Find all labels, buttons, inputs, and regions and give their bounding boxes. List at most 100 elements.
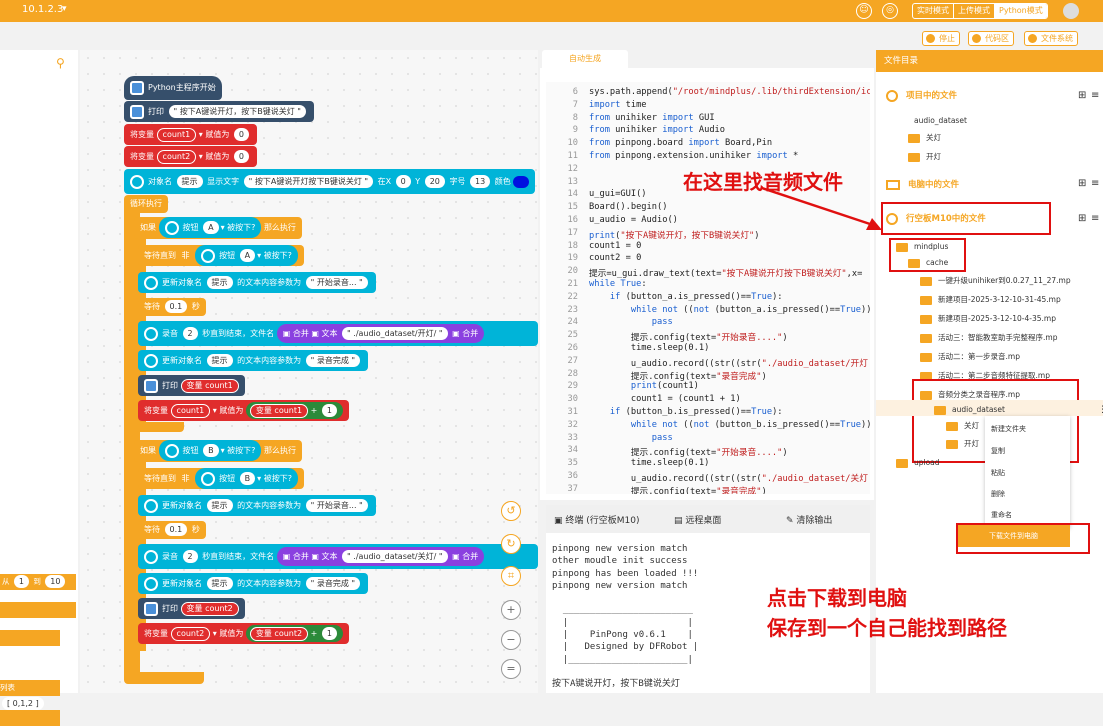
code-line[interactable]: time.sleep(0.1) (589, 343, 709, 353)
main-start-block[interactable]: Python主程序开始 (124, 76, 222, 100)
version-dropdown-icon[interactable]: ▾ (62, 4, 67, 14)
menu-item-copy[interactable]: 复制 (991, 446, 1005, 456)
print-block[interactable]: 打印 " 按下A键说开灯，按下B键说关灯 " (124, 101, 314, 122)
folder-item[interactable]: 活动三：智能教室助手完整程序.mp (920, 332, 1057, 343)
folder-item[interactable]: 新建项目-2025-3-12-10-31-45.mp (920, 294, 1061, 305)
folder-item[interactable]: 一键升级unihiker到0.0.27_11_27.mp (920, 275, 1071, 286)
code-line[interactable]: u_audio.record((str((str("./audio_datase… (589, 471, 868, 484)
pin-icon[interactable]: ⚲ (56, 56, 65, 70)
if-button-b-block[interactable]: 如果 按钮 B ▾ 被按下? 那么执行 (134, 440, 302, 462)
file-system-button[interactable]: 文件系统 (1024, 31, 1078, 46)
palette-range-block[interactable]: 从 1 到 10 每 (0, 574, 76, 602)
code-line[interactable]: from pinpong.board import Board,Pin (589, 138, 772, 148)
folder-item[interactable]: 开灯 (946, 438, 979, 449)
menu-icon[interactable]: ≡ (1091, 213, 1099, 224)
print-count1-block[interactable]: 打印 变量 count1 (138, 375, 245, 396)
code-line[interactable]: 提示.config(text="开始录音....") (589, 445, 788, 458)
increment-count1-block[interactable]: 将变量 count1 ▾ 赋值为 变量 count1 + 1 (138, 400, 349, 421)
code-line[interactable]: Board().begin() (589, 202, 667, 212)
folder-item[interactable]: cache (908, 258, 948, 268)
code-line[interactable]: u_gui=GUI() (589, 189, 647, 199)
increment-count2-block[interactable]: 将变量 count2 ▾ 赋值为 变量 count2 + 1 (138, 623, 349, 644)
project-files-section[interactable]: 项目中的文件 (886, 89, 957, 102)
list-item[interactable]: audio_dataset (914, 116, 967, 125)
clear-output-button[interactable]: ✎ 清除输出 (786, 513, 832, 526)
tab-auto-generate[interactable]: 自动生成 (542, 50, 628, 68)
mode-realtime[interactable]: 实时模式 (913, 4, 954, 18)
if-button-a-block[interactable]: 如果 按钮 A ▾ 被按下? 那么执行 (134, 217, 302, 239)
code-line[interactable]: count1 = 0 (589, 241, 641, 251)
code-line[interactable]: 提示.config(text="录音完成") (589, 484, 767, 494)
folder-item[interactable]: upload (896, 458, 940, 468)
code-line[interactable]: 提示.config(text="开始录音....") (589, 330, 788, 343)
code-editor[interactable]: 6 sys.path.append("/root/mindplus/.lib/th… (546, 82, 870, 494)
palette-block[interactable] (0, 710, 60, 726)
computer-files-section[interactable]: 电脑中的文件 (886, 178, 959, 190)
wait-block[interactable]: 等待 0.1 秒 (138, 521, 206, 539)
menu-item-delete[interactable]: 删除 (991, 489, 1005, 499)
menu-item-new-folder[interactable]: 新建文件夹 (991, 424, 1026, 434)
menu-icon[interactable]: ≡ (1091, 178, 1099, 189)
folder-item[interactable]: 关灯 (908, 132, 941, 143)
folder-item-selected[interactable]: audio_dataset (934, 405, 1005, 415)
code-line[interactable]: 提示.config(text="录音完成") (589, 369, 767, 382)
tab-remote-desktop[interactable]: ▤ 远程桌面 (674, 513, 721, 526)
draw-text-block[interactable]: 对象名 提示 显示文字 " 按下A键说开灯按下B键说关灯 " 在X 0 Y 20… (124, 169, 536, 194)
menu-icon[interactable]: ≡ (1091, 90, 1099, 101)
more-icon[interactable]: ⋮ (1098, 405, 1103, 415)
code-line[interactable]: print("按下A键说开灯，按下B键说关灯") (589, 228, 759, 241)
undo-icon[interactable]: ↺ (501, 501, 521, 521)
redo-icon[interactable]: ↻ (501, 534, 521, 554)
record-block[interactable]: 录音 2 秒直到结束，文件名 ▣ 合并 ▣ 文本 " ./audio_datas… (138, 544, 538, 569)
menu-item-rename[interactable]: 重命名 (991, 510, 1012, 520)
code-line[interactable]: u_audio = Audio() (589, 215, 678, 225)
code-line[interactable]: pass (589, 433, 673, 443)
code-line[interactable]: count1 = (count1 + 1) (589, 394, 741, 404)
code-line[interactable]: count2 = 0 (589, 253, 641, 263)
palette-block[interactable] (0, 602, 76, 618)
stop-button[interactable]: 停止 (922, 31, 960, 46)
add-file-icon[interactable]: ⊞ (1078, 178, 1086, 189)
tab-terminal[interactable]: ▣ 终端 (行空板M10) (554, 513, 639, 526)
code-line[interactable]: import time (589, 100, 647, 110)
add-file-icon[interactable]: ⊞ (1078, 213, 1086, 224)
code-line[interactable]: sys.path.append("/root/mindplus/.lib/thi… (589, 87, 870, 97)
update-text-block[interactable]: 更新对象名 提示 的文本内容参数为 " 录音完成 " (138, 573, 369, 594)
add-file-icon[interactable]: ⊞ (1078, 90, 1086, 101)
code-line[interactable]: if (button_a.is_pressed()==True): (589, 292, 783, 302)
palette-block[interactable] (0, 630, 60, 646)
code-line[interactable]: while not ((not (button_a.is_pressed()==… (589, 305, 870, 315)
record-block[interactable]: 录音 2 秒直到结束，文件名 ▣ 合并 ▣ 文本 " ./audio_datas… (138, 321, 538, 346)
block-workspace[interactable]: Python主程序开始 打印 " 按下A键说开灯，按下B键说关灯 " 将变量 c… (80, 50, 538, 693)
code-line[interactable]: while True: (589, 279, 647, 289)
mode-python[interactable]: Python模式 (995, 4, 1047, 18)
set-count2-block[interactable]: 将变量 count2 ▾ 赋值为 0 (124, 146, 257, 167)
folder-item[interactable]: 新建项目-2025-3-12-10-4-35.mp (920, 313, 1056, 324)
code-line[interactable]: while not ((not (button_b.is_pressed()==… (589, 420, 870, 430)
code-line[interactable]: if (button_b.is_pressed()==True): (589, 407, 783, 417)
zoom-in-icon[interactable]: + (501, 600, 521, 620)
code-line[interactable]: from unihiker import GUI (589, 113, 715, 123)
code-line[interactable]: time.sleep(0.1) (589, 458, 709, 468)
loop-block[interactable]: 循环执行 (124, 195, 168, 213)
mode-upload[interactable]: 上传模式 (954, 4, 995, 18)
folder-item[interactable]: mindplus (896, 242, 948, 252)
zoom-reset-icon[interactable]: = (501, 659, 521, 679)
folder-item[interactable]: 关灯 (946, 420, 979, 431)
cleanup-icon[interactable]: ⌗ (501, 566, 521, 586)
update-text-block[interactable]: 更新对象名 提示 的文本内容参数为 " 录音完成 " (138, 350, 369, 371)
update-text-block[interactable]: 更新对象名 提示 的文本内容参数为 " 开始录音... " (138, 495, 376, 516)
zoom-out-icon[interactable]: − (501, 630, 521, 650)
set-count1-block[interactable]: 将变量 count1 ▾ 赋值为 0 (124, 124, 257, 145)
palette-list-block[interactable]: 列表 [ 0,1,2 ] (0, 680, 60, 710)
wait-until-block[interactable]: 等待直到 非 按钮 B ▾ 被按下? (138, 468, 304, 489)
code-line[interactable]: print(count1) (589, 381, 699, 391)
code-area-button[interactable]: 代码区 (968, 31, 1014, 46)
update-text-block[interactable]: 更新对象名 提示 的文本内容参数为 " 开始录音... " (138, 272, 376, 293)
code-line[interactable]: from pinpong.extension.unihiker import * (589, 151, 798, 161)
wait-until-block[interactable]: 等待直到 非 按钮 A ▾ 被按下? (138, 245, 304, 266)
code-line[interactable]: 提示=u_gui.draw_text(text="按下A键说开灯按下B键说关灯"… (589, 266, 862, 279)
robot-icon[interactable]: ☺ (856, 3, 872, 19)
folder-item[interactable]: 音频分类之录音程序.mp (920, 389, 1020, 400)
print-count2-block[interactable]: 打印 变量 count2 (138, 598, 245, 619)
